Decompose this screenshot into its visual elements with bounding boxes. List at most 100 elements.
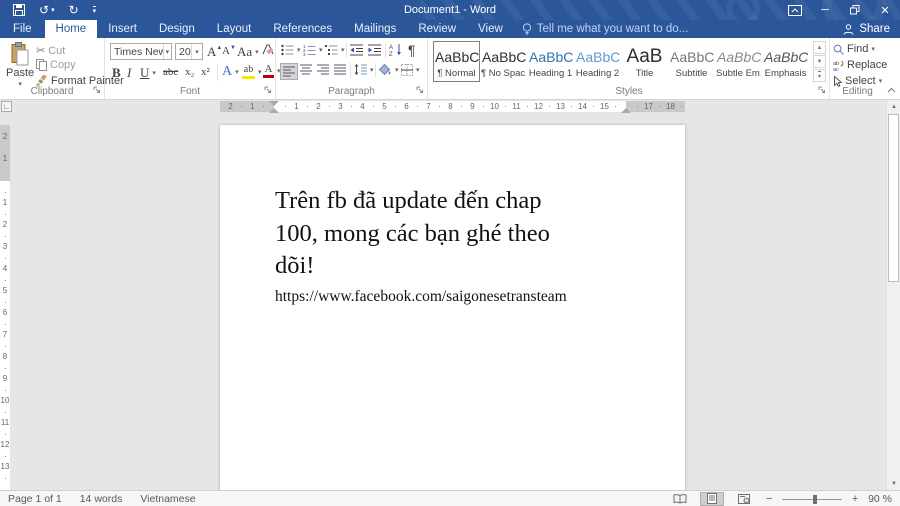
increase-indent-button[interactable] [368,44,381,56]
tab-layout[interactable]: Layout [206,20,263,38]
zoom-out-button[interactable]: − [764,493,774,505]
sort-button[interactable]: AZ [389,43,403,56]
zoom-slider-thumb[interactable] [813,495,817,504]
font-size-dropdown-icon[interactable]: ▾ [191,44,202,59]
italic-button[interactable]: I [127,65,131,81]
horizontal-ruler[interactable]: 211234567891011121314151718 [220,101,685,112]
scrollbar-thumb[interactable] [888,114,899,282]
paste-button[interactable]: Paste ▾ [6,42,34,88]
vertical-scrollbar[interactable]: ▲ ▼ [886,100,900,490]
font-dialog-launcher[interactable] [264,85,272,97]
zoom-level[interactable]: 90 % [868,493,892,505]
document-page[interactable]: Trên fb đã update đến chap100, mong các … [220,125,685,505]
strikethrough-button[interactable]: abc [163,66,178,78]
borders-button[interactable]: ▾ [401,64,420,76]
find-dropdown-icon[interactable]: ▾ [871,45,875,53]
numbering-button[interactable]: 123 ▾ [303,44,323,56]
line-spacing-dropdown-icon[interactable]: ▾ [370,66,374,74]
text-effects-button[interactable]: A▾ [222,64,239,80]
shrink-font-button[interactable]: A▼ [222,45,236,57]
decrease-indent-button[interactable] [350,44,363,56]
superscript-button[interactable]: x² [201,66,210,78]
cut-button[interactable]: ✂ Cut [36,44,65,57]
tab-home[interactable]: Home [45,20,98,38]
save-button[interactable] [13,4,25,16]
language-status[interactable]: Vietnamese [140,493,195,505]
web-layout-button[interactable] [732,492,756,506]
highlight-color-button[interactable]: ab ▾ [242,64,262,79]
styles-dialog-launcher[interactable] [818,85,826,97]
style-nospace[interactable]: AaBbCcDd¶ No Spac... [480,41,527,82]
undo-dropdown-icon[interactable]: ▾ [51,7,55,14]
style-subtitle[interactable]: AaBbCcDSubtitle [668,41,715,82]
zoom-in-button[interactable]: + [850,493,860,505]
style-h1[interactable]: AaBbCcHeading 1 [527,41,574,82]
show-paragraph-marks-button[interactable]: ¶ [408,42,416,58]
shading-button[interactable]: ▾ [379,64,399,76]
clear-formatting-button[interactable] [261,43,274,56]
find-button[interactable]: Find ▾ [833,43,875,55]
page-number-status[interactable]: Page 1 of 1 [8,493,62,505]
collapse-ribbon-button[interactable] [887,84,896,96]
style-h2[interactable]: AaBbCcDHeading 2 [574,41,621,82]
align-left-button[interactable] [280,63,298,80]
styles-more-button[interactable]: ▾ [813,69,826,82]
share-button[interactable]: Share [843,20,890,38]
word-count-status[interactable]: 14 words [80,493,123,505]
zoom-slider[interactable] [782,492,842,506]
align-right-button[interactable] [317,64,329,75]
tab-insert[interactable]: Insert [97,20,148,38]
ribbon-display-options-button[interactable] [780,0,810,20]
redo-button[interactable]: ↻ [69,4,79,16]
justify-button[interactable] [334,64,346,75]
close-button[interactable]: ✕ [870,0,900,20]
tab-references[interactable]: References [262,20,343,38]
tab-review[interactable]: Review [407,20,467,38]
document-link-text[interactable]: https://www.facebook.com/saigonesetranst… [275,286,640,308]
select-dropdown-icon[interactable]: ▾ [879,77,883,85]
change-case-button[interactable]: Aa▾ [237,44,259,60]
copy-button[interactable]: Copy [36,59,76,71]
styles-scroll-up-button[interactable]: ▲ [813,41,826,54]
minimize-button[interactable]: ─ [810,0,840,20]
borders-dropdown-icon[interactable]: ▾ [416,66,420,74]
font-size-combobox[interactable]: 20 ▾ [175,43,203,60]
read-mode-button[interactable] [668,492,692,506]
subscript-button[interactable]: x₂ [185,66,194,78]
shading-dropdown-icon[interactable]: ▾ [395,66,399,74]
tab-selector-button[interactable]: ∟ [1,101,12,112]
multilevel-dropdown-icon[interactable]: ▾ [341,46,345,54]
bullets-dropdown-icon[interactable]: ▾ [297,46,301,54]
print-layout-button[interactable] [700,492,724,506]
underline-dropdown-icon[interactable]: ▾ [152,69,156,77]
multilevel-list-button[interactable]: ▾ [325,44,345,56]
replace-button[interactable]: abac Replace [833,59,887,71]
customize-qat-button[interactable]: ▾ [93,6,97,15]
tab-view[interactable]: View [467,20,514,38]
tab-file[interactable]: File [0,20,45,38]
clipboard-dialog-launcher[interactable] [93,85,101,97]
restore-button[interactable] [840,0,870,20]
tab-design[interactable]: Design [148,20,206,38]
document-paragraph[interactable]: Trên fb đã update đến chap100, mong các … [275,185,640,283]
tab-mailings[interactable]: Mailings [343,20,407,38]
scroll-down-button[interactable]: ▼ [887,477,900,490]
paragraph-dialog-launcher[interactable] [416,85,424,97]
vertical-ruler[interactable]: 2112345678910111213 [0,113,10,490]
numbering-dropdown-icon[interactable]: ▾ [319,46,323,54]
highlight-dropdown-icon[interactable]: ▾ [258,68,262,76]
grow-font-button[interactable]: A▲ [207,44,222,60]
bold-button[interactable]: B [112,65,121,81]
bullets-button[interactable]: ▾ [281,44,301,56]
font-name-dropdown-icon[interactable]: ▾ [163,44,171,59]
scroll-up-button[interactable]: ▲ [887,100,900,113]
line-spacing-button[interactable]: ▾ [354,64,374,75]
undo-button[interactable]: ↺▾ [39,4,55,16]
style-subtleem[interactable]: AaBbCcDSubtle Em... [715,41,762,82]
underline-button[interactable]: U▾ [140,65,156,81]
tell-me-box[interactable]: Tell me what you want to do... [522,20,689,38]
text-effects-dropdown-icon[interactable]: ▾ [235,68,239,76]
style-title[interactable]: AaBTitle [621,41,668,82]
style-emphasis[interactable]: AaBbCcDEmphasis [762,41,809,82]
first-line-indent-marker[interactable] [269,101,279,106]
